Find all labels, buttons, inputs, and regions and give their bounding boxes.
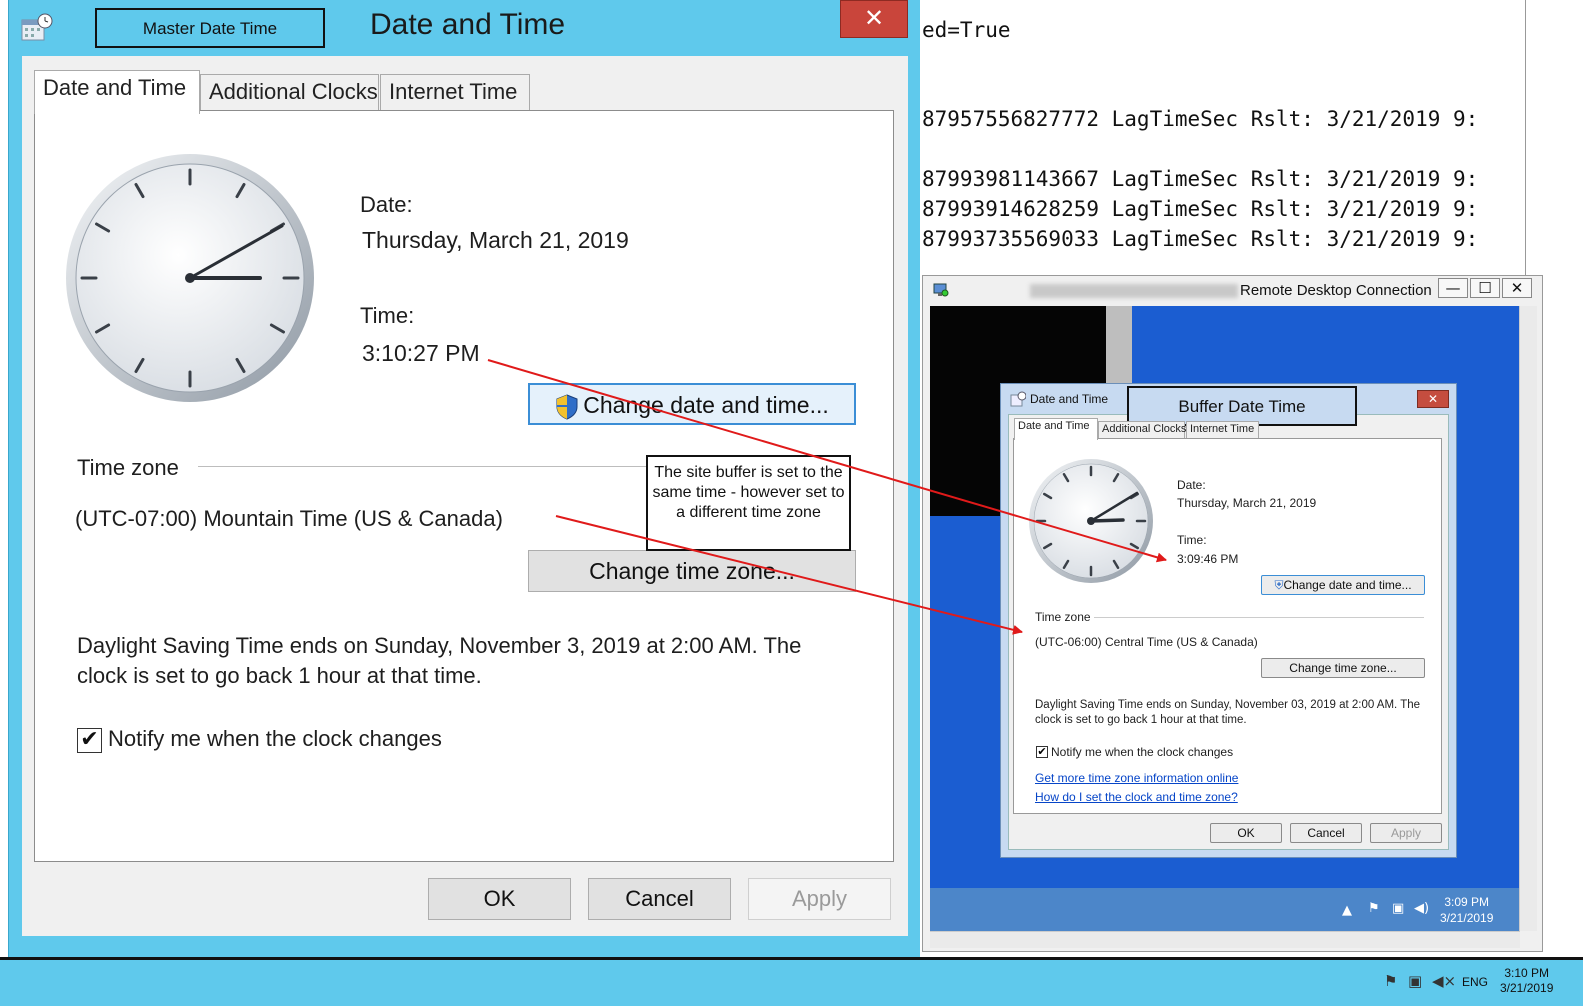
timezone-info-link[interactable]: Get more time zone information online [1035,771,1238,785]
master-timezone-value: (UTC-07:00) Mountain Time (US & Canada) [75,506,503,531]
buffer-cancel-button[interactable]: Cancel [1290,823,1362,843]
console-line: 87993735569033 LagTimeSec Rslt: 3/21/201… [922,227,1479,251]
master-callout-label: Master Date Time [95,8,325,48]
tab-date-and-time[interactable]: Date and Time [34,70,200,114]
rdp-vertical-scrollbar[interactable] [1519,306,1537,931]
cancel-button[interactable]: Cancel [588,878,731,920]
buffer-notify-label[interactable]: Notify me when the clock changes [1051,745,1233,759]
remote-desktop-icon [933,283,949,297]
master-dst-text: Daylight Saving Time ends on Sunday, Nov… [77,633,802,658]
master-time-value: 3:10:27 PM [362,340,480,366]
buffer-change-time-zone-button[interactable]: Change time zone... [1261,658,1425,678]
tab-additional-clocks[interactable]: Additional Clocks [200,74,379,112]
notify-checkbox[interactable]: ✔ [77,728,102,753]
console-line: 87993914628259 LagTimeSec Rslt: 3/21/201… [922,197,1479,221]
buffer-tab-additional-clocks[interactable]: Additional Clocks [1098,421,1186,439]
remote-clock[interactable]: 3:09 PM 3/21/2019 [1440,894,1493,926]
action-center-icon[interactable]: ⚑ [1368,901,1380,916]
buffer-timezone-divider [1094,617,1424,618]
buffer-time-value: 3:09:46 PM [1177,552,1239,566]
rdp-window-title: Remote Desktop Connection [1240,282,1432,299]
console-line: 87957556827772 LagTimeSec Rslt: 3/21/201… [922,107,1479,131]
apply-button[interactable]: Apply [748,878,891,920]
rdp-horizontal-scrollbar[interactable] [930,931,1520,948]
master-timezone-heading: Time zone [77,455,179,480]
network-icon[interactable]: ▣ [1392,901,1404,916]
buffer-time-label: Time: [1177,533,1207,547]
change-date-time-label: Change date and time... [583,392,829,418]
master-dst-text: clock is set to go back 1 hour at that t… [77,663,482,688]
console-line: ed=True [922,18,1011,42]
buffer-close-button[interactable]: ✕ [1417,390,1449,408]
tab-internet-time[interactable]: Internet Time [380,74,530,112]
show-hidden-icons-icon[interactable]: ▲ [1342,903,1352,918]
system-clock-time: 3:10 PM [1504,966,1550,980]
remote-taskbar: ▲ ⚑ ▣ ◀) 3:09 PM 3/21/2019 [930,888,1520,931]
set-clock-help-link[interactable]: How do I set the clock and time zone? [1035,790,1238,804]
buffer-notify-checkbox[interactable]: ✔ [1036,746,1048,758]
buffer-window-title: Date and Time [1030,392,1109,406]
remote-clock-date: 3/21/2019 [1440,911,1494,925]
action-center-icon[interactable]: ⚑ [1384,972,1397,990]
buffer-date-label: Date: [1177,478,1206,492]
buffer-tab-date-and-time[interactable]: Date and Time [1014,418,1098,440]
buffer-ok-button[interactable]: OK [1210,823,1282,843]
volume-icon[interactable]: ◀) [1414,901,1429,916]
change-time-zone-button[interactable]: Change time zone... [528,550,856,592]
buffer-timezone-heading: Time zone [1035,610,1091,624]
master-time-label: Time: [360,303,415,328]
buffer-callout-label: Buffer Date Time [1127,386,1357,426]
system-clock-date: 3/21/2019 [1500,981,1554,995]
buffer-analog-clock [1029,459,1153,583]
timezone-divider [198,466,693,467]
uac-shield-icon [556,394,578,420]
buffer-date-value: Thursday, March 21, 2019 [1177,496,1317,510]
minimize-button[interactable]: — [1438,278,1468,298]
master-date-label: Date: [360,192,413,217]
buffer-timezone-value: (UTC-06:00) Central Time (US & Canada) [1035,635,1258,649]
rdp-close-button[interactable]: ✕ [1502,278,1532,298]
analog-clock [66,154,314,402]
calendar-clock-icon [1010,391,1026,407]
master-close-button[interactable]: ✕ [840,0,908,38]
console-line: 87993981143667 LagTimeSec Rslt: 3/21/201… [922,167,1479,191]
network-icon[interactable]: ▣ [1408,972,1422,990]
master-window-title: Date and Time [370,8,566,41]
rdp-titlebar-buttons: — ☐ ✕ [1438,278,1538,300]
maximize-button[interactable]: ☐ [1470,278,1500,298]
buffer-apply-button[interactable]: Apply [1370,823,1442,843]
buffer-dst-text: clock is set to go back 1 hour at that t… [1035,714,1247,726]
notify-label[interactable]: Notify me when the clock changes [108,726,442,752]
ok-button[interactable]: OK [428,878,571,920]
buffer-tab-internet-time[interactable]: Internet Time [1186,421,1259,439]
annotation-note: The site buffer is set to the same time … [646,455,851,551]
buffer-change-date-time-label: Change date and time... [1283,578,1412,592]
master-date-value: Thursday, March 21, 2019 [362,227,629,253]
rdp-host-name-redacted [1030,284,1238,298]
calendar-clock-icon [21,13,53,41]
change-date-time-button[interactable]: Change date and time... [528,383,856,425]
system-clock[interactable]: 3:10 PM 3/21/2019 [1500,966,1553,996]
volume-muted-icon[interactable]: ◀× [1432,972,1456,990]
language-indicator[interactable]: ENG [1462,975,1488,989]
buffer-change-date-time-button[interactable]: ⛨Change date and time... [1261,575,1425,595]
buffer-dst-text: Daylight Saving Time ends on Sunday, Nov… [1035,699,1421,711]
remote-clock-time: 3:09 PM [1444,895,1490,909]
taskbar [0,960,1583,1006]
